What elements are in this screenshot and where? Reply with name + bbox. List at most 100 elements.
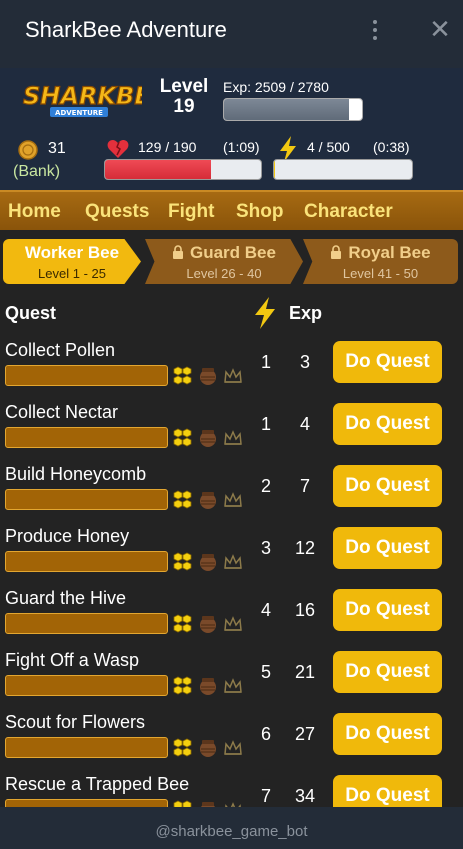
honey-pot-icon: [199, 800, 217, 807]
crown-icon: [223, 367, 243, 385]
quest-energy-cost: 4: [260, 600, 271, 620]
quest-progress-bar: [5, 799, 168, 807]
title-bar: SharkBee Adventure ✕: [0, 0, 463, 68]
level-value: 19: [173, 96, 195, 117]
quest-exp-reward: 16: [294, 600, 316, 620]
quest-name: Build Honeycomb: [5, 464, 147, 484]
quest-energy-cost: 6: [260, 724, 271, 744]
honeycomb-icon: [173, 490, 193, 510]
sharkbee-logo: SHARKBEE ADVENTURE: [22, 81, 142, 117]
quest-exp-reward: 34: [294, 786, 316, 806]
honeycomb-icon: [173, 800, 193, 807]
quest-name: Guard the Hive: [5, 588, 127, 608]
crown-icon: [223, 615, 243, 633]
do-quest-button[interactable]: Do Quest: [333, 341, 442, 383]
close-icon[interactable]: ✕: [427, 14, 453, 44]
quest-name: Fight Off a Wasp: [5, 650, 140, 670]
exp-progress-bar: [223, 98, 363, 121]
quest-row: Collect Nectar 1 4 Do Quest: [0, 401, 463, 463]
level-label: Level: [159, 76, 209, 97]
crown-icon: [223, 553, 243, 571]
quest-exp-reward: 3: [299, 352, 310, 372]
energy-bolt-icon: [255, 297, 275, 329]
quest-energy-cost: 5: [260, 662, 271, 682]
honey-pot-icon: [199, 552, 217, 572]
energy-text: 4 / 500: [307, 139, 350, 155]
heart-icon: [107, 140, 129, 158]
nav-fight[interactable]: Fight: [168, 201, 214, 223]
honeycomb-icon: [173, 366, 193, 386]
hp-progress-fill: [105, 160, 211, 179]
tab-guard-bee[interactable]: Guard Bee Level 26 - 40: [145, 239, 303, 284]
energy-progress-bar: [273, 159, 413, 180]
honey-pot-icon: [199, 366, 217, 386]
tab-level-range: Level 1 - 25: [38, 266, 106, 281]
honeycomb-icon: [173, 428, 193, 448]
honeycomb-icon: [173, 552, 193, 572]
honey-pot-icon: [199, 490, 217, 510]
quest-progress-bar: [5, 365, 168, 386]
nav-home[interactable]: Home: [8, 201, 61, 223]
quest-row: Rescue a Trapped Bee 7 34 Do Quest: [0, 773, 463, 807]
exp-text: Exp: 2509 / 2780: [223, 79, 329, 95]
honeycomb-icon: [173, 614, 193, 634]
exp-progress-fill: [224, 99, 349, 120]
tab-title: Guard Bee: [190, 243, 276, 262]
quest-energy-cost: 1: [260, 414, 271, 434]
quest-exp-reward: 27: [294, 724, 316, 744]
honeycomb-icon: [173, 676, 193, 696]
quest-exp-reward: 7: [299, 476, 310, 496]
honey-pot-icon: [199, 614, 217, 634]
nav-character[interactable]: Character: [304, 201, 393, 223]
lock-icon: [331, 245, 342, 259]
player-stats-header: SHARKBEE ADVENTURE Level 19 Exp: 2509 / …: [0, 68, 463, 190]
quest-row: Produce Honey 3 12 Do Quest: [0, 525, 463, 587]
more-vertical-icon[interactable]: [365, 16, 385, 44]
do-quest-button[interactable]: Do Quest: [333, 651, 442, 693]
bank-link[interactable]: (Bank): [13, 163, 60, 181]
quest-exp-reward: 21: [294, 662, 316, 682]
svg-text:SHARKBEE: SHARKBEE: [23, 82, 142, 110]
hp-progress-bar: [104, 159, 262, 180]
tab-level-range: Level 26 - 40: [186, 266, 262, 281]
quest-energy-cost: 3: [260, 538, 271, 558]
quest-name: Rescue a Trapped Bee: [5, 774, 190, 794]
gold-amount: 31: [48, 140, 66, 157]
quest-progress-bar: [5, 551, 168, 572]
column-header-exp: Exp: [289, 303, 323, 323]
tab-title: Worker Bee: [24, 243, 120, 262]
bot-handle-footer: @sharkbee_game_bot: [0, 807, 463, 849]
do-quest-button[interactable]: Do Quest: [333, 775, 442, 807]
quest-progress-bar: [5, 489, 168, 510]
quest-energy-cost: 1: [260, 352, 271, 372]
tab-royal-bee[interactable]: Royal Bee Level 41 - 50: [303, 239, 458, 284]
energy-progress-fill: [274, 160, 276, 179]
energy-timer: (0:38): [373, 139, 410, 155]
coin-icon: [18, 140, 38, 160]
quest-name: Collect Pollen: [5, 340, 116, 360]
column-header-quest: Quest: [5, 303, 57, 323]
quest-list: Collect Pollen 1 3 Do Quest Collect Nectar 1 4…: [0, 339, 463, 807]
quest-name: Collect Nectar: [5, 402, 119, 422]
quest-progress-bar: [5, 675, 168, 696]
nav-quests[interactable]: Quests: [85, 201, 149, 223]
lock-icon: [173, 245, 183, 259]
do-quest-button[interactable]: Do Quest: [333, 589, 442, 631]
do-quest-button[interactable]: Do Quest: [333, 713, 442, 755]
do-quest-button[interactable]: Do Quest: [333, 527, 442, 569]
do-quest-button[interactable]: Do Quest: [333, 465, 442, 507]
quest-row: Guard the Hive 4 16 Do Quest: [0, 587, 463, 649]
hp-text: 129 / 190: [138, 139, 197, 155]
hp-timer: (1:09): [223, 139, 260, 155]
quest-exp-reward: 12: [294, 538, 316, 558]
honey-pot-icon: [199, 676, 217, 696]
honey-pot-icon: [199, 428, 217, 448]
quest-exp-reward: 4: [299, 414, 310, 434]
crown-icon: [223, 491, 243, 509]
nav-shop[interactable]: Shop: [236, 201, 284, 223]
do-quest-button[interactable]: Do Quest: [333, 403, 442, 445]
crown-icon: [223, 429, 243, 447]
window-title: SharkBee Adventure: [25, 17, 227, 42]
tab-worker-bee[interactable]: Worker Bee Level 1 - 25: [3, 239, 141, 284]
quest-progress-bar: [5, 427, 168, 448]
